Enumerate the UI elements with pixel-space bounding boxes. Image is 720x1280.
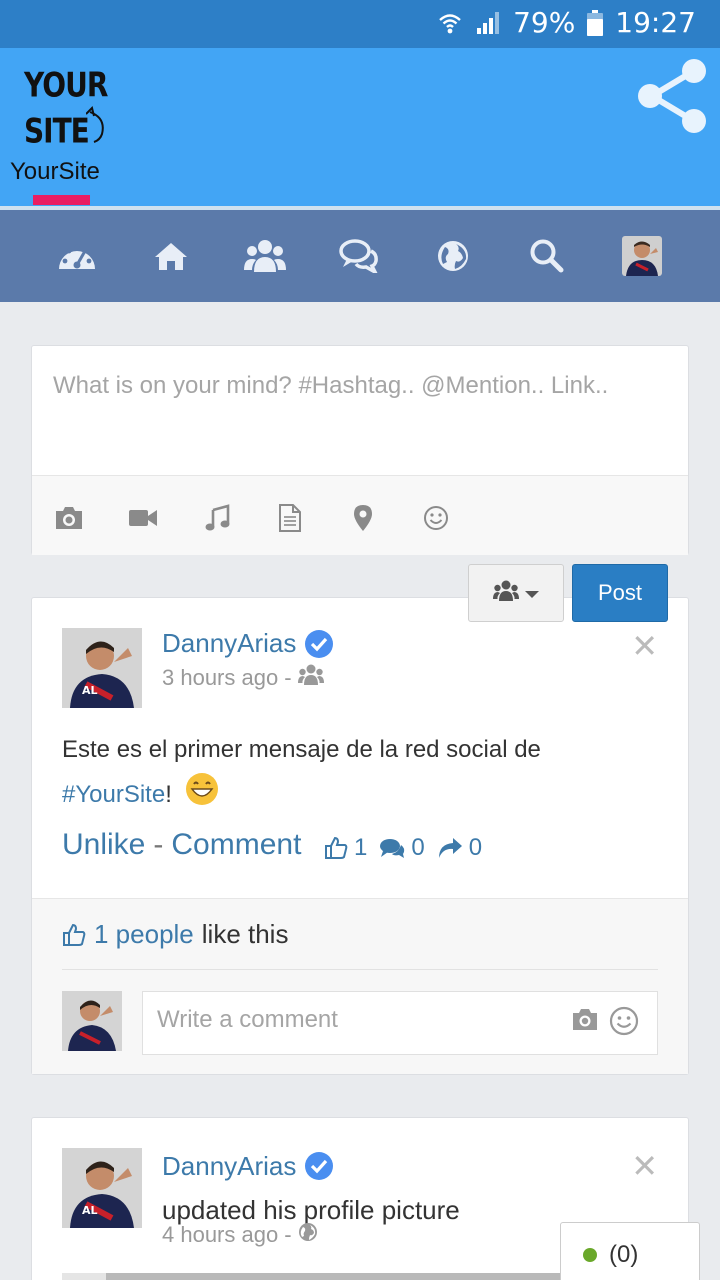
close-icon[interactable]: ✕ [631, 630, 658, 662]
wifi-icon [437, 10, 463, 36]
groups-icon[interactable] [243, 234, 287, 278]
comment-box [142, 991, 658, 1055]
likes-suffix: like this [201, 919, 289, 949]
smiley-icon[interactable] [609, 1006, 639, 1040]
post-text-main: Este es el primer mensaje de la red soci… [62, 736, 541, 763]
post-author[interactable]: DannyArias [162, 628, 334, 659]
svg-text:AL: AL [82, 1204, 98, 1217]
messages-icon[interactable] [337, 234, 381, 278]
nav-bar [0, 210, 720, 302]
site-name: YourSite [10, 158, 100, 185]
divider [62, 969, 658, 970]
chat-widget[interactable]: (0) [560, 1222, 700, 1280]
svg-text:AL: AL [82, 684, 98, 697]
likes-section: 1 people like this [32, 898, 688, 1074]
composer-input[interactable]: What is on your mind? #Hashtag.. @Mentio… [53, 366, 653, 406]
privacy-dropdown[interactable] [468, 564, 564, 622]
active-underline [33, 195, 90, 205]
clock: 19:27 [615, 6, 696, 39]
shares-count-value: 0 [468, 834, 483, 861]
likes-people-link[interactable]: 1 people [94, 919, 194, 950]
share-icon[interactable] [636, 58, 708, 138]
thumbs-up-icon [325, 836, 348, 859]
unlike-link[interactable]: Unlike [62, 828, 145, 862]
chat-count: (0) [609, 1241, 639, 1268]
thumbs-up-icon [63, 923, 86, 946]
location-icon[interactable] [348, 503, 378, 533]
post-time[interactable]: 3 hours ago [162, 665, 278, 691]
logo-arrow-icon [86, 106, 104, 143]
author-avatar[interactable]: AL [62, 628, 142, 708]
post-button[interactable]: Post [572, 564, 668, 622]
meta-separator: - [284, 1222, 292, 1247]
signal-icon [475, 10, 501, 36]
globe-icon[interactable] [431, 234, 475, 278]
group-icon [493, 580, 519, 606]
post-actions: Unlike - Comment [62, 828, 301, 862]
post-text-end: ! [165, 781, 172, 808]
site-logo[interactable]: YOUR SITE [24, 58, 134, 151]
meta-separator: - [284, 665, 292, 690]
hashtag-link[interactable]: #YourSite [62, 781, 165, 808]
globe-icon [298, 1222, 318, 1248]
status-bar: 79% 19:27 [0, 0, 720, 48]
profile-avatar[interactable] [622, 236, 662, 276]
camera-icon[interactable] [571, 1008, 599, 1036]
battery-percent: 79% [513, 6, 576, 39]
author-name[interactable]: DannyArias [162, 1148, 296, 1184]
home-icon[interactable] [149, 234, 193, 278]
likes-count[interactable]: 1 [324, 834, 367, 862]
post-author: DannyArias updated his profile picture [162, 1148, 602, 1228]
verified-icon [305, 1152, 334, 1180]
action-separator: - [153, 828, 164, 861]
close-icon[interactable]: ✕ [631, 1150, 658, 1182]
composer-toolbar [32, 475, 688, 555]
author-name[interactable]: DannyArias [162, 628, 296, 659]
author-avatar[interactable]: AL [62, 1148, 142, 1228]
dashboard-icon[interactable] [55, 234, 99, 278]
comment-link[interactable]: Comment [171, 828, 301, 862]
group-icon [297, 664, 324, 692]
shares-count[interactable]: 0 [437, 834, 482, 862]
post-time[interactable]: 4 hours ago [162, 1222, 278, 1248]
post-meta: 4 hours ago - [162, 1222, 318, 1248]
post-counts: 1 0 0 [324, 834, 490, 862]
verified-icon [305, 629, 334, 658]
comments-count[interactable]: 0 [379, 834, 425, 862]
logo-line-2: SITE [24, 111, 90, 151]
smiley-icon[interactable] [421, 503, 451, 533]
post-composer: What is on your mind? #Hashtag.. @Mentio… [31, 345, 689, 555]
grin-emoji-icon [185, 773, 218, 805]
post-card: AL DannyArias 3 hours ago - ✕ Este es el… [31, 597, 689, 1075]
file-icon[interactable] [275, 503, 305, 533]
post-meta: 3 hours ago - [162, 664, 324, 692]
commenter-avatar[interactable] [62, 991, 122, 1051]
battery-icon [587, 9, 604, 36]
search-icon[interactable] [525, 234, 569, 278]
camera-icon[interactable] [54, 503, 84, 533]
post-text: Este es el primer mensaje de la red soci… [62, 728, 662, 817]
likes-summary: 1 people like this [62, 919, 288, 950]
online-status-dot [583, 1248, 597, 1262]
likes-count-value: 1 [354, 834, 368, 861]
video-icon[interactable] [128, 503, 158, 533]
comments-count-value: 0 [411, 834, 425, 861]
comment-input[interactable] [157, 1006, 557, 1034]
comments-icon [380, 839, 405, 858]
share-arrow-icon [438, 838, 462, 858]
music-icon[interactable] [202, 503, 232, 533]
chevron-down-icon [525, 584, 539, 603]
